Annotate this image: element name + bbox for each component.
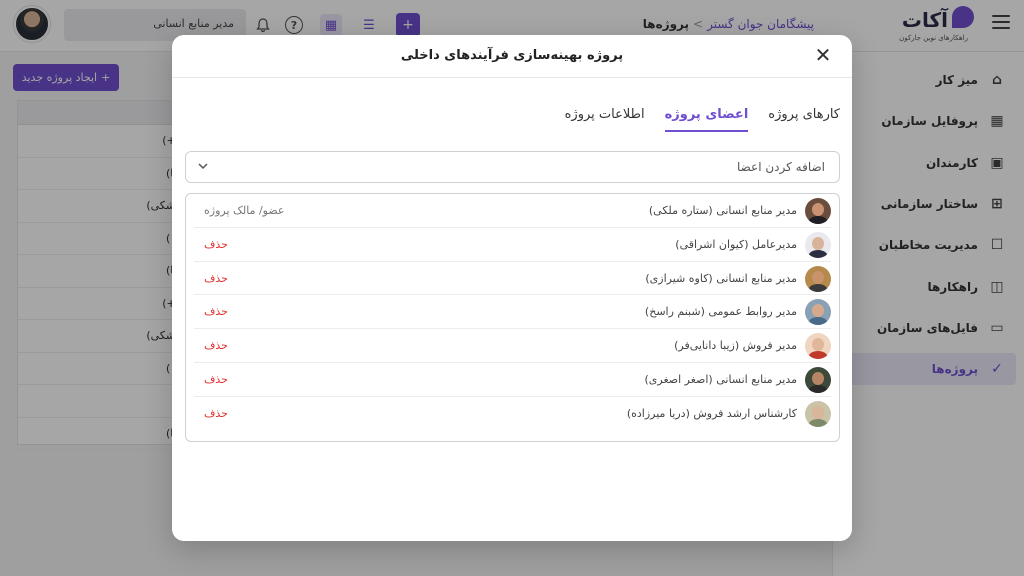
avatar-face (812, 203, 824, 216)
avatar-body (808, 249, 828, 258)
delete-member-button[interactable]: حذف (204, 272, 228, 285)
add-members-select[interactable]: اضافه کردن اعضا (185, 151, 840, 183)
member-name: مدیرعامل (کیوان اشراقی) (675, 237, 797, 251)
add-members-placeholder: اضافه کردن اعضا (736, 160, 825, 174)
avatar-body (808, 283, 828, 292)
member-row: مدیر روابط عمومی (شبنم راسخ) حذف (194, 295, 831, 330)
member-name: مدیر فروش (زیبا دانایی‌فر) (674, 339, 797, 353)
avatar-face (812, 304, 824, 318)
avatar (805, 400, 831, 427)
tab[interactable]: اعضای پروژه (664, 107, 749, 132)
member-name: مدیر منابع انسانی (اصغر اصغری) (644, 372, 797, 386)
avatar-body (808, 384, 828, 393)
avatar-body (808, 351, 828, 360)
close-icon[interactable]: ✕ (814, 45, 832, 65)
delete-member-button[interactable]: حذف (204, 407, 228, 420)
member-row: مدیر منابع انسانی (اصغر اصغری) حذف (194, 363, 831, 397)
member-name: مدیر منابع انسانی (کاوه شیرازی) (645, 271, 797, 285)
member-row: کارشناس ارشد فروش (دریا میرزاده) حذف (194, 397, 831, 431)
tab[interactable]: اطلاعات پروژه (565, 107, 645, 132)
modal-header: پروژه بهینه‌سازی فرآیندهای داخلی ✕ (172, 35, 852, 78)
delete-member-button[interactable]: حذف (204, 373, 228, 386)
delete-member-button[interactable]: حذف (204, 339, 228, 352)
modal-tabs: کارهای پروژه اعضای پروژه اطلاعات پروژه (565, 107, 840, 132)
member-row: مدیر فروش (زیبا دانایی‌فر) حذف (194, 329, 831, 363)
avatar-body (808, 418, 828, 427)
member-name: مدیر منابع انسانی (ستاره ملکی) (648, 204, 797, 217)
avatar (805, 366, 831, 393)
avatar-body (808, 216, 828, 224)
avatar-face (812, 338, 824, 352)
members-list: مدیر منابع انسانی (ستاره ملکی) عضو/ مالک … (185, 193, 840, 442)
member-name: مدیر روابط عمومی (شبنم راسخ) (644, 305, 797, 319)
avatar-body (808, 317, 828, 326)
modal-title: پروژه بهینه‌سازی فرآیندهای داخلی (400, 48, 624, 63)
avatar (805, 299, 831, 326)
chevron-down-icon (198, 163, 208, 170)
delete-member-button[interactable]: حذف (204, 238, 228, 251)
member-row: مدیرعامل (کیوان اشراقی) حذف (194, 228, 831, 262)
avatar-face (812, 405, 824, 419)
avatar-face (812, 236, 824, 250)
member-role-label: عضو/ مالک پروژه (204, 204, 285, 217)
member-row: مدیر منابع انسانی (ستاره ملکی) عضو/ مالک … (194, 194, 831, 228)
avatar (805, 231, 831, 258)
avatar-face (812, 270, 824, 284)
member-name: کارشناس ارشد فروش (دریا میرزاده) (626, 406, 797, 420)
avatar (805, 265, 831, 292)
avatar (805, 333, 831, 360)
delete-member-button[interactable]: حذف (204, 305, 228, 318)
avatar-face (812, 371, 824, 385)
member-row: مدیر منابع انسانی (کاوه شیرازی) حذف (194, 262, 831, 296)
tab[interactable]: کارهای پروژه (768, 107, 840, 132)
avatar (805, 198, 831, 224)
project-modal: پروژه بهینه‌سازی فرآیندهای داخلی ✕ کارها… (172, 35, 852, 541)
